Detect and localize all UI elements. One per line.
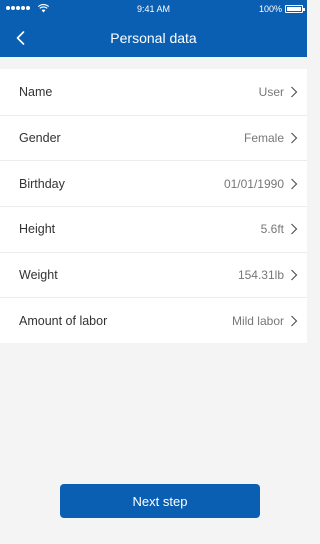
chevron-right-icon xyxy=(291,132,298,144)
row-birthday[interactable]: Birthday 01/01/1990 xyxy=(0,160,307,206)
row-label: Gender xyxy=(19,131,61,146)
row-value: 01/01/1990 xyxy=(223,176,284,191)
page-title: Personal data xyxy=(110,30,197,46)
row-height[interactable]: Height 5.6ft xyxy=(0,206,307,252)
chevron-right-icon xyxy=(291,86,298,98)
status-bar: 9:41 AM 100% xyxy=(0,0,307,20)
chevron-right-icon xyxy=(291,223,298,235)
row-weight[interactable]: Weight 154.31lb xyxy=(0,251,307,298)
row-value: Mild labor xyxy=(231,313,284,328)
chevron-right-icon xyxy=(291,269,298,281)
row-label: Weight xyxy=(19,268,58,283)
row-value: User xyxy=(258,84,284,99)
row-gender[interactable]: Gender Female xyxy=(0,114,307,161)
row-name[interactable]: Name User xyxy=(0,69,307,115)
row-value: 154.31lb xyxy=(237,268,284,283)
next-step-button[interactable]: Next step xyxy=(60,484,260,518)
row-label: Amount of labor xyxy=(19,313,108,328)
row-value: Female xyxy=(243,131,284,146)
row-label: Birthday xyxy=(19,176,65,191)
chevron-right-icon xyxy=(291,178,298,190)
row-amount-of-labor[interactable]: Amount of labor Mild labor xyxy=(0,297,307,343)
row-label: Name xyxy=(19,84,53,99)
row-value: 5.6ft xyxy=(260,222,284,237)
row-label: Height xyxy=(19,222,56,237)
battery-icon xyxy=(285,5,305,13)
battery-percentage: 100% xyxy=(258,4,282,14)
personal-data-list: Name User Gender Female Birthday 01/01/1… xyxy=(0,69,307,344)
app-header: 9:41 AM 100% Personal data xyxy=(0,0,307,57)
chevron-right-icon xyxy=(291,315,298,327)
